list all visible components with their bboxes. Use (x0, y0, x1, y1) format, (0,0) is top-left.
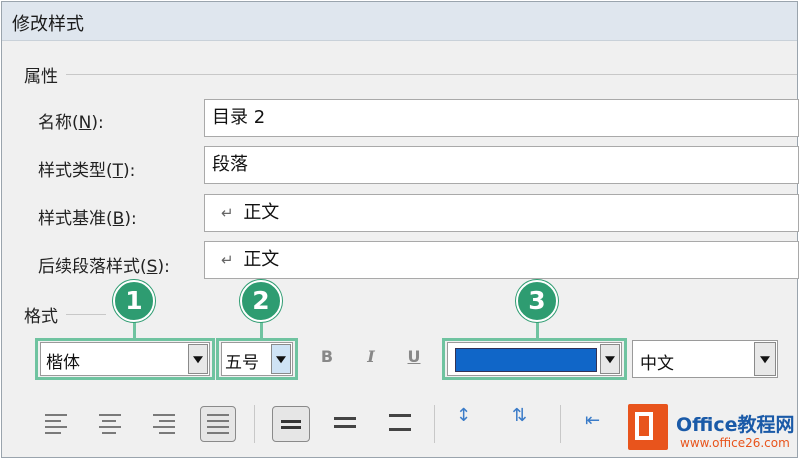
chevron-down-icon[interactable] (754, 342, 776, 376)
style-based-on-select[interactable]: ↵ 正文 (204, 194, 799, 232)
style-type-value: 段落 (212, 154, 248, 175)
align-left-icon[interactable] (43, 412, 69, 438)
underline-button[interactable]: U (405, 347, 423, 366)
dialog-title: 修改样式 (12, 14, 84, 35)
next-style-value: 正文 (243, 249, 280, 270)
script-dropdown[interactable]: 中文 (632, 340, 778, 378)
next-style-label: 后续段落样式(S): (38, 257, 170, 277)
font-size-dropdown[interactable]: 五号 (221, 342, 293, 376)
align-center-icon[interactable] (97, 412, 123, 438)
chevron-down-icon[interactable] (271, 344, 291, 374)
callout-3-badge: 3 (516, 280, 558, 322)
one-half-spacing-icon[interactable] (334, 417, 356, 420)
name-input[interactable]: 目录 2 (204, 99, 799, 137)
script-value: 中文 (640, 354, 674, 374)
double-spacing-icon[interactable] (389, 414, 411, 417)
single-spacing-button[interactable] (272, 406, 310, 442)
office-logo-mark (635, 412, 653, 440)
watermark-brand: Office教程网 (676, 414, 795, 436)
font-name-dropdown[interactable]: 楷体 (40, 342, 210, 376)
format-section-label: 格式 (24, 307, 58, 327)
decrease-spacing-icon[interactable]: ⇅ (512, 407, 527, 425)
title-bar: 修改样式 (2, 2, 797, 41)
toolbar-separator (254, 405, 255, 443)
callout-1-badge: 1 (113, 280, 155, 322)
style-based-on-value: 正文 (243, 202, 280, 223)
name-label: 名称(N): (38, 113, 104, 133)
align-right-icon[interactable] (151, 412, 177, 438)
font-size-value: 五号 (225, 353, 259, 373)
font-name-value: 楷体 (46, 353, 80, 373)
italic-button[interactable]: I (362, 347, 380, 366)
font-color-dropdown[interactable] (447, 342, 622, 376)
properties-section-label: 属性 (24, 67, 58, 87)
increase-spacing-icon[interactable]: ↕ (456, 407, 471, 425)
paragraph-return-icon: ↵ (221, 251, 234, 269)
name-input-value: 目录 2 (212, 107, 266, 128)
double-spacing-icon-line (389, 428, 411, 431)
callout-2-badge: 2 (240, 280, 282, 322)
office-logo-icon (628, 404, 668, 450)
one-half-spacing-icon-line (334, 425, 356, 428)
style-type-select[interactable]: 段落 (204, 146, 799, 184)
style-based-on-label: 样式基准(B): (38, 209, 137, 229)
justify-icon (205, 412, 231, 438)
properties-divider (66, 74, 797, 75)
format-divider (66, 314, 106, 315)
toolbar-separator (560, 405, 561, 443)
single-spacing-icon-line (281, 426, 301, 429)
font-color-swatch (455, 348, 597, 372)
decrease-indent-icon[interactable]: ⇤ (585, 410, 600, 431)
next-style-select[interactable]: ↵ 正文 (204, 241, 799, 279)
chevron-down-icon[interactable] (188, 344, 208, 374)
watermark-url: www.office26.com (680, 436, 790, 450)
paragraph-return-icon: ↵ (221, 204, 234, 222)
justify-button[interactable] (200, 406, 236, 442)
style-type-label: 样式类型(T): (38, 161, 136, 181)
single-spacing-icon (281, 420, 301, 423)
chevron-down-icon[interactable] (600, 344, 620, 374)
bold-button[interactable]: B (318, 347, 336, 366)
toolbar-separator (434, 405, 435, 443)
